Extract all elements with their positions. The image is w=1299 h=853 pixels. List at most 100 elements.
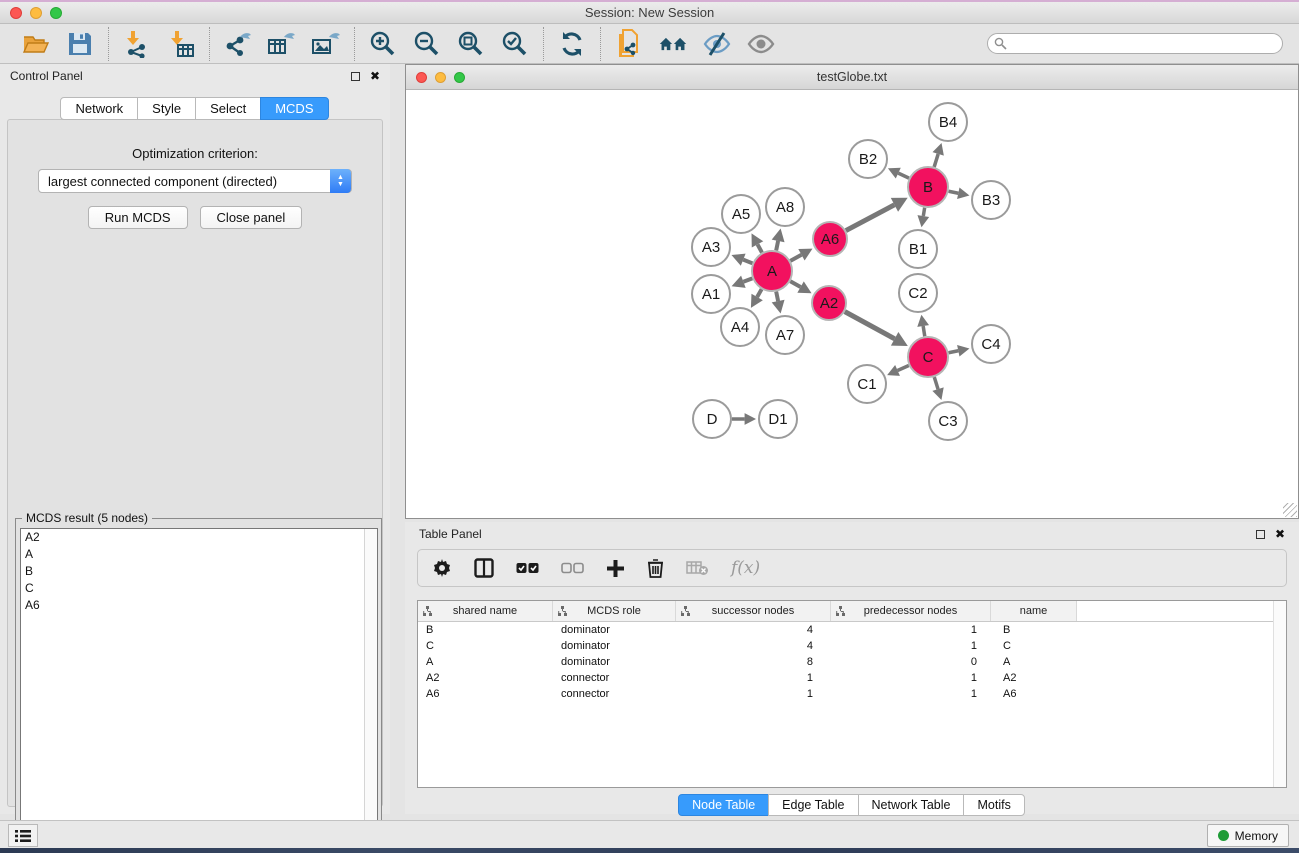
tab-mcds[interactable]: MCDS [260, 97, 328, 120]
resize-grip[interactable] [1283, 503, 1297, 517]
graph-edge-B-B1[interactable] [923, 208, 924, 216]
minimize-window-button[interactable] [30, 7, 42, 19]
table-row[interactable]: Bdominator41B [418, 622, 1286, 638]
run-mcds-button[interactable]: Run MCDS [88, 206, 188, 229]
table-scrollbar[interactable] [1273, 601, 1286, 787]
mcds-result-scrollbar[interactable] [364, 529, 377, 853]
table-row[interactable]: Cdominator41C [418, 638, 1286, 654]
deselect-all-icon[interactable] [561, 562, 584, 575]
graph-edge-C-C3[interactable] [934, 377, 938, 389]
optimization-criterion-label: Optimization criterion: [8, 146, 382, 161]
tab-edge-table[interactable]: Edge Table [768, 794, 858, 816]
zoom-selected-icon[interactable] [500, 29, 530, 59]
graph-edge-A-A7[interactable] [776, 292, 778, 302]
graph-edge-B-B3[interactable] [949, 191, 959, 193]
table-close-icon[interactable]: ✖ [1275, 528, 1285, 540]
table-tabs: Node Table Edge Table Network Table Moti… [405, 794, 1299, 816]
delete-table-icon[interactable] [686, 560, 709, 576]
graph-edge-C-C4[interactable] [949, 351, 959, 353]
graph-edge-B-B2[interactable] [898, 173, 909, 178]
optimization-criterion-dropdown[interactable]: largest connected component (directed) ▲… [38, 169, 352, 193]
zoom-in-icon[interactable] [368, 29, 398, 59]
close-window-button[interactable] [10, 7, 22, 19]
import-table-icon[interactable] [166, 29, 196, 59]
table-cell: dominator [553, 624, 676, 636]
tab-network[interactable]: Network [60, 97, 138, 120]
graph-edge-A-A4[interactable] [757, 289, 761, 297]
tab-motifs[interactable]: Motifs [963, 794, 1024, 816]
show-column-icon[interactable] [474, 558, 494, 578]
mcds-result-item[interactable]: A [21, 546, 377, 563]
tab-network-table[interactable]: Network Table [858, 794, 965, 816]
graph-node-label: C4 [981, 336, 1000, 353]
network-minimize-button[interactable] [435, 72, 446, 83]
graph-edge-A6-B[interactable] [846, 205, 895, 231]
edge-arrowhead [917, 315, 929, 327]
edge-arrowhead [932, 387, 943, 400]
close-panel-icon[interactable]: ✖ [370, 70, 380, 82]
graph-edge-C-C1[interactable] [898, 365, 909, 370]
column-header-shared-name[interactable]: shared name [418, 601, 553, 621]
column-header-label: successor nodes [712, 605, 795, 617]
tab-style[interactable]: Style [137, 97, 196, 120]
select-all-icon[interactable] [516, 562, 539, 575]
delete-icon[interactable] [647, 558, 664, 578]
table-row[interactable]: A2connector11A2 [418, 670, 1286, 686]
titlebar: Session: New Session [0, 2, 1299, 24]
graph-edge-C-C2[interactable] [923, 326, 925, 336]
export-table-icon[interactable] [267, 29, 297, 59]
network-canvas[interactable]: B4B2BB3A8A5A6A3B1AA1C2A2A4A7C4CC1DD1C3 [406, 90, 1298, 518]
zoom-out-icon[interactable] [412, 29, 442, 59]
column-header-predecessor-nodes[interactable]: predecessor nodes [831, 601, 991, 621]
graph-edge-A-A3[interactable] [743, 260, 752, 264]
column-header-successor-nodes[interactable]: successor nodes [676, 601, 831, 621]
mcds-result-list[interactable]: A2ABCA6 [20, 528, 378, 853]
graph-edge-A-A2[interactable] [790, 281, 800, 287]
tab-select[interactable]: Select [195, 97, 261, 120]
export-image-icon[interactable] [311, 29, 341, 59]
save-session-icon[interactable] [65, 29, 95, 59]
table-cell: 4 [676, 640, 831, 652]
column-header-MCDS-role[interactable]: MCDS role [553, 601, 676, 621]
refresh-icon[interactable] [557, 29, 587, 59]
mcds-result-item[interactable]: B [21, 563, 377, 580]
network-zoom-button[interactable] [454, 72, 465, 83]
hidden-panels-button[interactable] [8, 824, 38, 847]
function-builder-icon[interactable]: f(x) [731, 558, 760, 578]
zoom-fit-icon[interactable] [456, 29, 486, 59]
home-icon[interactable] [658, 29, 688, 59]
table-row[interactable]: Adominator80A [418, 654, 1286, 670]
hide-details-icon[interactable] [702, 29, 732, 59]
edge-arrowhead [933, 143, 944, 156]
graph-edge-A-A6[interactable] [790, 255, 801, 261]
add-icon[interactable] [606, 559, 625, 578]
table-float-icon[interactable] [1256, 530, 1265, 539]
memory-label: Memory [1235, 829, 1278, 843]
import-network-icon[interactable] [122, 29, 152, 59]
show-details-icon[interactable] [746, 29, 776, 59]
graph-edge-A-A8[interactable] [776, 241, 778, 251]
column-header-name[interactable]: name [991, 601, 1077, 621]
graph-edge-A-A5[interactable] [758, 244, 762, 252]
network-close-button[interactable] [416, 72, 427, 83]
tab-node-table[interactable]: Node Table [678, 794, 769, 816]
graph-edge-B-B4[interactable] [934, 154, 938, 167]
column-header-label: predecessor nodes [864, 605, 958, 617]
search-field-wrap [987, 33, 1283, 54]
mcds-result-item[interactable]: A6 [21, 597, 377, 614]
float-panel-icon[interactable] [351, 72, 360, 81]
close-panel-button[interactable]: Close panel [200, 206, 303, 229]
table-cell: 8 [676, 656, 831, 668]
memory-button[interactable]: Memory [1207, 824, 1289, 847]
open-file-icon[interactable] [21, 29, 51, 59]
graph-edge-A2-C[interactable] [845, 312, 895, 339]
search-input[interactable] [987, 33, 1283, 54]
network-from-file-icon[interactable] [614, 29, 644, 59]
export-network-icon[interactable] [223, 29, 253, 59]
table-row[interactable]: A6connector11A6 [418, 686, 1286, 702]
mcds-result-item[interactable]: A2 [21, 529, 377, 546]
zoom-window-button[interactable] [50, 7, 62, 19]
table-settings-gear-icon[interactable] [432, 558, 452, 578]
graph-edge-A-A1[interactable] [743, 278, 752, 281]
mcds-result-item[interactable]: C [21, 580, 377, 597]
